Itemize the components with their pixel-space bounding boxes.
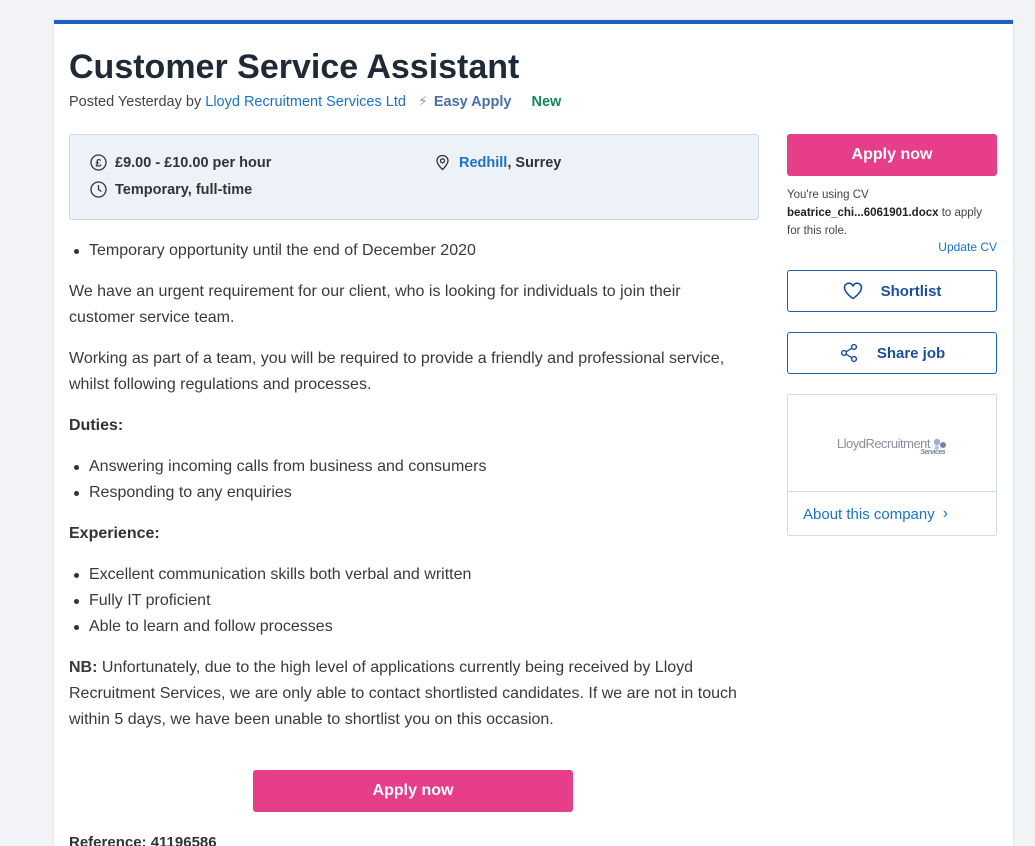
nb-label: NB:: [69, 659, 98, 676]
location-pin-icon: [436, 154, 449, 171]
cv-filename: beatrice_chi...6061901.docx: [787, 207, 939, 219]
shortlist-button[interactable]: Shortlist: [787, 270, 997, 312]
shortlist-label: Shortlist: [880, 282, 942, 300]
list-item: Temporary opportunity until the end of D…: [69, 238, 749, 264]
posted-text: Posted Yesterday by: [69, 94, 202, 110]
share-label: Share job: [876, 344, 946, 362]
location-row: Redhill , Surrey: [434, 154, 561, 171]
job-type-row: Temporary, full-time: [90, 181, 252, 198]
job-summary: £ £9.00 - £10.00 per hour Temporary, ful…: [69, 134, 759, 220]
job-description: Temporary opportunity until the end of D…: [69, 238, 749, 733]
experience-list: Excellent communication skills both verb…: [69, 562, 749, 640]
duties-list: Answering incoming calls from business a…: [69, 454, 749, 506]
lightning-icon: ⚡︎: [417, 93, 428, 109]
apply-now-button[interactable]: Apply now: [787, 134, 997, 176]
share-icon: [840, 343, 857, 363]
company-logo[interactable]: LloydRecruitment Services: [788, 395, 996, 492]
job-card: Customer Service Assistant Posted Yester…: [54, 20, 1013, 846]
about-company-label: About this company: [803, 505, 935, 523]
company-link[interactable]: Lloyd Recruitment Services Ltd: [205, 94, 406, 110]
cv-prefix: You're using CV: [787, 189, 869, 201]
description-paragraph: Working as part of a team, you will be r…: [69, 350, 725, 393]
heart-icon: [843, 282, 862, 300]
cv-note: You're using CV beatrice_chi...6061901.d…: [787, 186, 997, 240]
clock-icon: [90, 181, 107, 198]
logo-wordmark: LloydRecruitment: [836, 435, 931, 451]
duties-heading: Duties:: [69, 417, 124, 434]
share-job-button[interactable]: Share job: [787, 332, 997, 374]
intro-list: Temporary opportunity until the end of D…: [69, 238, 749, 264]
company-box: LloydRecruitment Services About this com…: [787, 394, 997, 536]
salary: £9.00 - £10.00 per hour: [115, 154, 272, 171]
experience-heading: Experience:: [69, 525, 160, 542]
list-item: Excellent communication skills both verb…: [69, 562, 749, 588]
logo-subtext: Services: [920, 448, 946, 456]
list-item: Answering incoming calls from business a…: [69, 454, 749, 480]
new-badge: New: [531, 94, 562, 110]
pound-icon: £: [90, 154, 107, 171]
list-item: Able to learn and follow processes: [69, 614, 749, 640]
job-type: Temporary, full-time: [115, 181, 253, 198]
salary-row: £ £9.00 - £10.00 per hour: [90, 154, 271, 171]
sidebar: Apply now You're using CV beatrice_chi..…: [787, 134, 997, 536]
location-town-link[interactable]: Redhill: [459, 155, 507, 171]
chevron-right-icon: ›: [942, 505, 949, 522]
update-cv-link[interactable]: Update CV: [787, 240, 997, 254]
nb-paragraph: NB: Unfortunately, due to the high level…: [69, 655, 749, 733]
posted-meta: Posted Yesterday by Lloyd Recruitment Se…: [69, 93, 561, 110]
about-company-link[interactable]: About this company ›: [788, 492, 996, 536]
list-item: Responding to any enquiries: [69, 480, 749, 506]
company-logo-text: LloydRecruitment Services: [836, 435, 947, 456]
nb-text: Unfortunately, due to the high level of …: [69, 659, 737, 728]
svg-text:£: £: [95, 158, 101, 170]
apply-now-button-bottom[interactable]: Apply now: [253, 770, 573, 812]
easy-apply-badge: Easy Apply: [433, 94, 512, 110]
job-reference: Reference: 41196586: [69, 834, 217, 846]
location-county: , Surrey: [507, 154, 562, 171]
list-item: Fully IT proficient: [69, 588, 749, 614]
page-title: Customer Service Assistant: [69, 48, 520, 86]
description-paragraph: We have an urgent requirement for our cl…: [69, 283, 681, 326]
